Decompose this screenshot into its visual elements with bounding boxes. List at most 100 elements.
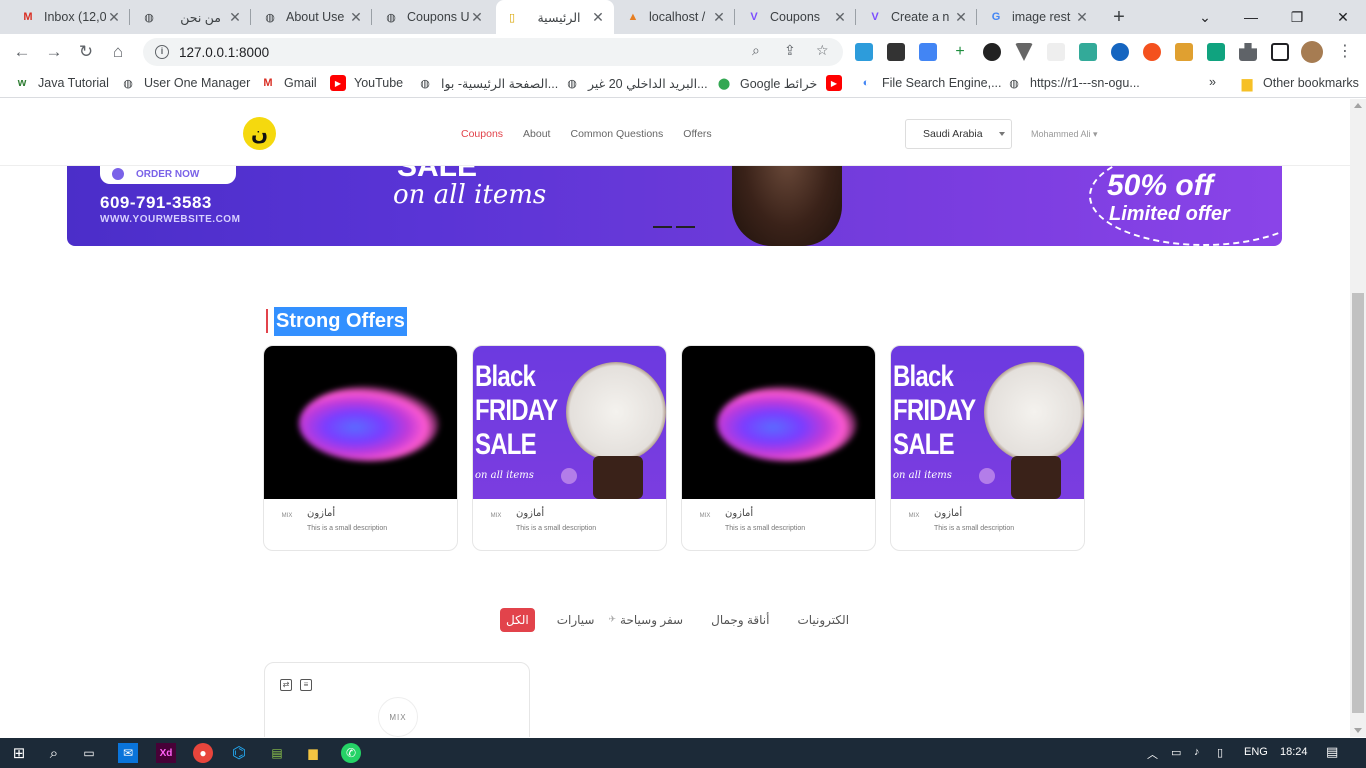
scroll-up-icon[interactable]	[1354, 103, 1362, 108]
nav-coupons[interactable]: Coupons	[461, 128, 503, 140]
profile-avatar[interactable]	[1301, 41, 1323, 63]
copy-icon[interactable]: ≡	[300, 679, 312, 691]
bookmark-google-maps[interactable]: ⬤ Google خرائط	[716, 75, 817, 91]
home-icon[interactable]: ⌂	[106, 40, 130, 64]
tab-coupons-u[interactable]: ◍ Coupons U ✕	[375, 0, 493, 34]
close-icon[interactable]: ✕	[711, 9, 727, 26]
color-extension-icon[interactable]	[983, 43, 1001, 61]
battery-icon[interactable]: ▯	[1217, 746, 1223, 759]
filter-beauty[interactable]: أناقة وجمال	[711, 613, 769, 627]
bookmark-youtube[interactable]: ▶ YouTube	[330, 75, 403, 91]
coupon-card[interactable]: ⇄ ≡ MIX	[264, 662, 530, 737]
bookmark-youtube-icon-only[interactable]: ▶	[826, 75, 850, 91]
notifications-icon[interactable]: ▤	[1326, 744, 1338, 760]
page-scrollbar[interactable]	[1350, 99, 1366, 737]
other-bookmarks-folder[interactable]: ▆ Other bookmarks	[1239, 75, 1359, 91]
filter-all[interactable]: الكل	[500, 607, 535, 632]
tab-search-icon[interactable]: ⌄	[1182, 0, 1228, 34]
filter-travel[interactable]: سفر وسياحة	[620, 613, 683, 627]
whatsapp-icon[interactable]: ✆	[341, 743, 361, 763]
close-icon[interactable]: ✕	[953, 9, 969, 26]
extension-grey-icon[interactable]	[1047, 43, 1065, 61]
file-explorer-icon[interactable]: ▆	[303, 743, 323, 763]
offer-card[interactable]: Black FRIDAY SALE on all items MIX أمازو…	[472, 345, 667, 551]
site-logo[interactable]: ن	[243, 117, 276, 150]
translate-icon[interactable]	[919, 43, 937, 61]
bookmark-java-tutorial[interactable]: w Java Tutorial	[14, 75, 109, 91]
bookmark-home-portal[interactable]: ◍ الصفحة الرئيسية- بوا...	[417, 75, 558, 91]
back-icon[interactable]: ←	[10, 40, 34, 64]
extension-icon[interactable]	[855, 43, 873, 61]
offer-card[interactable]: Black FRIDAY SALE on all items MIX أمازو…	[890, 345, 1085, 551]
carousel-dot[interactable]	[676, 226, 695, 228]
close-window-button[interactable]: ✕	[1320, 0, 1366, 34]
task-view-icon[interactable]: ▭	[79, 743, 99, 763]
site-info-icon[interactable]: i	[155, 45, 169, 59]
close-icon[interactable]: ✕	[1074, 9, 1090, 26]
bookmarks-overflow-button[interactable]: »	[1209, 75, 1216, 89]
close-icon[interactable]: ✕	[227, 9, 243, 26]
windows-start-icon[interactable]: ⊞	[9, 743, 29, 763]
vscode-icon[interactable]: ⌬	[229, 743, 249, 763]
adobe-xd-icon[interactable]: Xd	[156, 743, 176, 763]
tab-localhost[interactable]: ▲ localhost / ✕	[617, 0, 735, 34]
plus-extension-icon[interactable]: +	[951, 43, 969, 61]
scroll-thumb[interactable]	[1352, 293, 1364, 713]
country-select[interactable]: Saudi Arabia	[905, 119, 1012, 149]
notes-app-icon[interactable]: ▤	[267, 743, 287, 763]
chrome-icon[interactable]: ●	[193, 743, 213, 763]
scroll-down-icon[interactable]	[1354, 728, 1362, 733]
close-icon[interactable]: ✕	[106, 9, 122, 26]
bookmark-r1-url[interactable]: ◍ https://r1---sn-ogu...	[1006, 75, 1140, 91]
close-icon[interactable]: ✕	[348, 9, 364, 26]
tray-chevron-up-icon[interactable]: ︿	[1147, 746, 1158, 762]
share-icon[interactable]: ⇪	[784, 42, 796, 59]
tab-create[interactable]: V Create a n ✕	[859, 0, 977, 34]
volume-icon[interactable]: ♪	[1194, 746, 1200, 758]
bookmark-gmail[interactable]: M Gmail	[260, 75, 316, 91]
close-icon[interactable]: ✕	[469, 9, 485, 26]
menu-kebab-icon[interactable]: ⋮	[1336, 43, 1354, 61]
tab-image-search[interactable]: G image rest ✕	[980, 0, 1098, 34]
nav-common-questions[interactable]: Common Questions	[570, 128, 663, 140]
tab-home-active[interactable]: ▯ الرئيسية ✕	[496, 0, 614, 34]
filter-electronics[interactable]: الكترونيات	[797, 613, 849, 627]
tab-about-users[interactable]: ◍ About Use ✕	[254, 0, 372, 34]
user-menu[interactable]: Mohammed Ali ▾	[1031, 129, 1098, 140]
address-bar[interactable]: i 127.0.0.1:8000	[143, 38, 843, 66]
close-icon[interactable]: ✕	[832, 9, 848, 26]
close-icon[interactable]: ✕	[590, 9, 606, 26]
offer-card[interactable]: MIX أمازون This is a small description	[681, 345, 876, 551]
bookmark-inbox[interactable]: ◍ البريد الداخلي 20 غير...	[564, 75, 707, 91]
search-icon[interactable]: ⌕	[44, 743, 64, 763]
bookmark-user-one-manager[interactable]: ◍ User One Manager	[120, 75, 250, 91]
share-icon[interactable]: ⇄	[280, 679, 292, 691]
nav-offers[interactable]: Offers	[683, 128, 711, 140]
infinity-extension-icon[interactable]	[1111, 43, 1129, 61]
minimize-button[interactable]: —	[1228, 0, 1274, 34]
bookmark-star-icon[interactable]: ☆	[816, 42, 829, 59]
chatgpt-extension-icon[interactable]	[1207, 43, 1225, 61]
zoom-icon[interactable]: ⌕	[752, 42, 760, 59]
fire-extension-icon[interactable]	[1143, 43, 1161, 61]
extension-green-icon[interactable]	[1079, 43, 1097, 61]
carousel-dot[interactable]	[653, 226, 672, 228]
network-icon[interactable]: ▭	[1171, 746, 1181, 759]
clock[interactable]: 18:24	[1280, 746, 1308, 758]
forward-icon[interactable]: →	[42, 40, 66, 64]
tab-coupons[interactable]: V Coupons ✕	[738, 0, 856, 34]
tab-inbox[interactable]: M Inbox (12,0 ✕	[12, 0, 130, 34]
tab-about-ar[interactable]: ◍ من نحن ✕	[133, 0, 251, 34]
side-panel-icon[interactable]	[1271, 43, 1289, 61]
new-tab-button[interactable]: +	[1108, 6, 1130, 28]
mail-app-icon[interactable]: ✉	[118, 743, 138, 763]
bookmark-file-search[interactable]: ◐ File Search Engine,...	[858, 75, 1002, 91]
selenium-icon[interactable]	[887, 43, 905, 61]
filter-cars[interactable]: سيارات	[557, 613, 595, 627]
hero-banner[interactable]: ORDER NOW 609-791-3583 WWW.YOURWEBSITE.C…	[67, 166, 1282, 246]
offer-card[interactable]: MIX أمازون This is a small description	[263, 345, 458, 551]
maximize-button[interactable]: ❐	[1274, 0, 1320, 34]
extension-orange-icon[interactable]	[1175, 43, 1193, 61]
nav-about[interactable]: About	[523, 128, 550, 140]
reload-icon[interactable]: ↻	[74, 40, 98, 64]
